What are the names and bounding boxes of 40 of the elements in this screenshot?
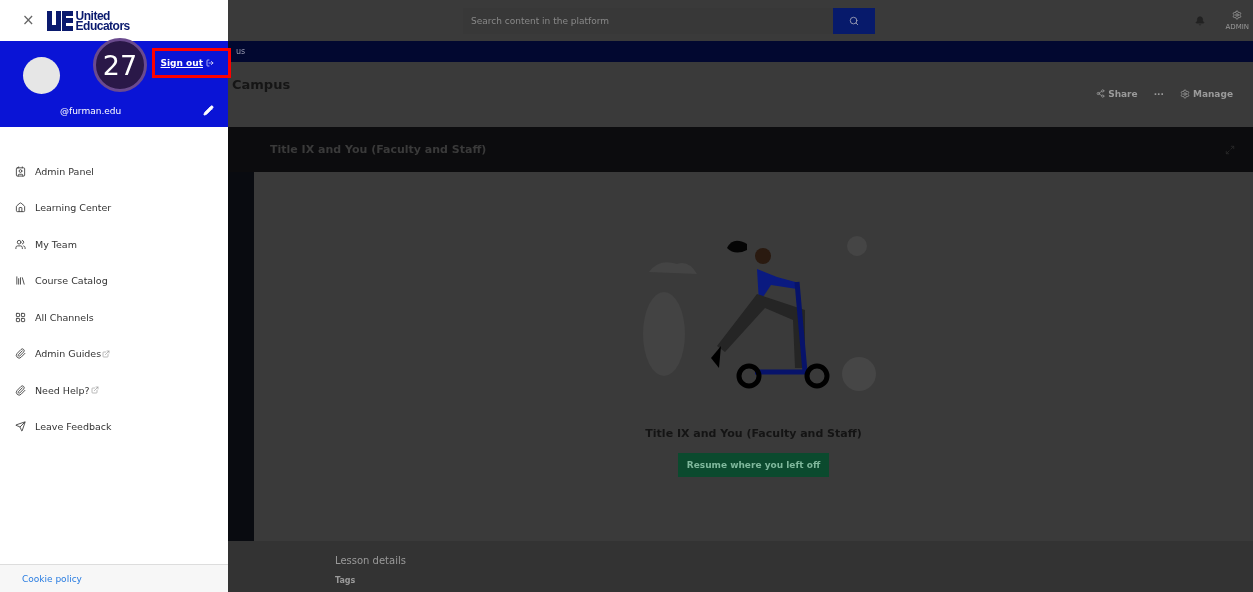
search-button[interactable] xyxy=(833,7,875,34)
menu-item[interactable]: Admin Guides xyxy=(0,335,228,372)
close-button[interactable]: × xyxy=(22,13,35,28)
panel-icon xyxy=(15,165,26,177)
menu-item[interactable]: All Channels xyxy=(0,299,228,336)
search-icon xyxy=(849,15,859,26)
avatar xyxy=(23,56,60,94)
fullscreen-icon[interactable] xyxy=(1225,144,1235,155)
action-button[interactable]: ··· xyxy=(1153,88,1164,99)
bell-icon[interactable] xyxy=(1195,15,1206,26)
menu-item[interactable]: Need Help? xyxy=(0,372,228,409)
edit-icon[interactable] xyxy=(203,105,214,116)
action-button[interactable]: Manage xyxy=(1179,88,1233,99)
share-icon xyxy=(1096,89,1106,98)
send-icon xyxy=(15,421,26,433)
gear-icon xyxy=(1232,10,1243,20)
external-link-icon xyxy=(102,349,111,358)
user-email: @furman.edu xyxy=(60,105,122,116)
menu-item[interactable]: My Team xyxy=(0,226,228,263)
tags-label: Tags xyxy=(335,576,357,585)
sign-out-icon xyxy=(206,59,214,67)
action-button[interactable]: Share xyxy=(1096,88,1138,99)
details-heading: Lesson details xyxy=(335,555,407,566)
external-link-icon xyxy=(90,386,99,395)
menu-item[interactable]: Learning Center xyxy=(0,189,228,226)
sign-out-link[interactable]: Sign out xyxy=(152,53,222,73)
menu-item[interactable]: Admin Panel xyxy=(0,153,228,190)
logo: United Educators xyxy=(46,10,130,31)
home-icon xyxy=(15,202,26,214)
resume-button[interactable]: Resume where you left off xyxy=(677,453,830,477)
catalog-icon xyxy=(15,275,26,287)
breadcrumb[interactable]: us xyxy=(228,47,246,56)
menu-item[interactable]: Leave Feedback xyxy=(0,408,228,445)
attachment-icon xyxy=(15,384,26,396)
gear-icon xyxy=(1179,88,1190,99)
team-icon xyxy=(15,238,26,250)
menu-item[interactable]: Course Catalog xyxy=(0,262,228,299)
attachment-icon xyxy=(15,348,26,360)
channels-icon xyxy=(15,311,26,323)
cookie-policy-link[interactable]: Cookie policy xyxy=(22,573,82,584)
